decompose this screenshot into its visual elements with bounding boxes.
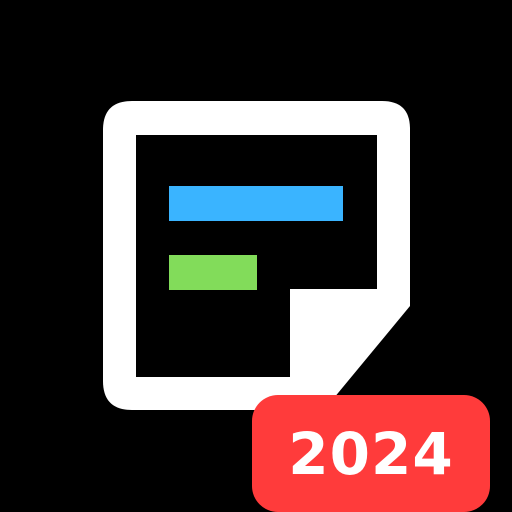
year-badge-label: 2024 — [288, 419, 454, 488]
year-badge: 2024 — [252, 395, 490, 512]
green-line — [169, 255, 257, 290]
app-icon: 2024 — [0, 0, 512, 512]
blue-line — [169, 186, 343, 221]
